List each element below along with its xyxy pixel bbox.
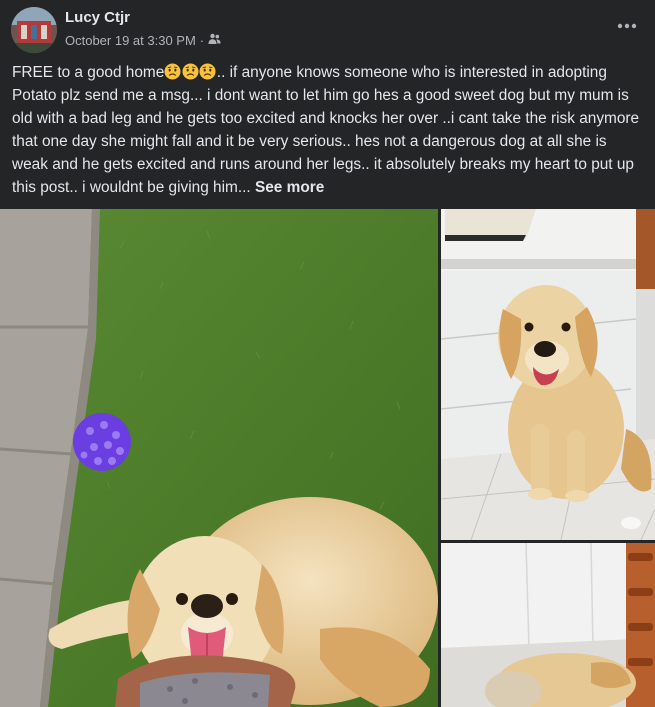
facebook-post: Lucy Ctjr October 19 at 3:30 PM · FREE t… — [0, 0, 655, 707]
author-avatar[interactable] — [11, 7, 57, 53]
post-text-body: .. if anyone knows someone who is intere… — [12, 64, 640, 196]
friends-icon[interactable] — [208, 33, 221, 48]
post-text: FREE to a good home.. if anyone knows so… — [12, 61, 644, 199]
photo-dog-sleeping[interactable] — [441, 543, 655, 707]
more-options-icon[interactable] — [613, 12, 641, 40]
sad-face-emoji — [199, 63, 217, 81]
meta-separator: · — [199, 33, 205, 48]
post-header: Lucy Ctjr October 19 at 3:30 PM · — [0, 0, 655, 58]
photo-dog-on-grass[interactable] — [0, 209, 438, 707]
photo-grid — [0, 209, 655, 707]
post-timestamp[interactable]: October 19 at 3:30 PM — [65, 33, 196, 48]
post-meta: October 19 at 3:30 PM · — [65, 33, 221, 48]
author-name[interactable]: Lucy Ctjr — [65, 9, 130, 26]
post-text-lead: FREE to a good home — [12, 64, 165, 81]
sad-face-emoji — [164, 63, 182, 81]
photo-dog-sitting[interactable] — [441, 209, 655, 540]
see-more-link[interactable]: See more — [255, 179, 324, 196]
sad-face-emoji — [182, 63, 200, 81]
